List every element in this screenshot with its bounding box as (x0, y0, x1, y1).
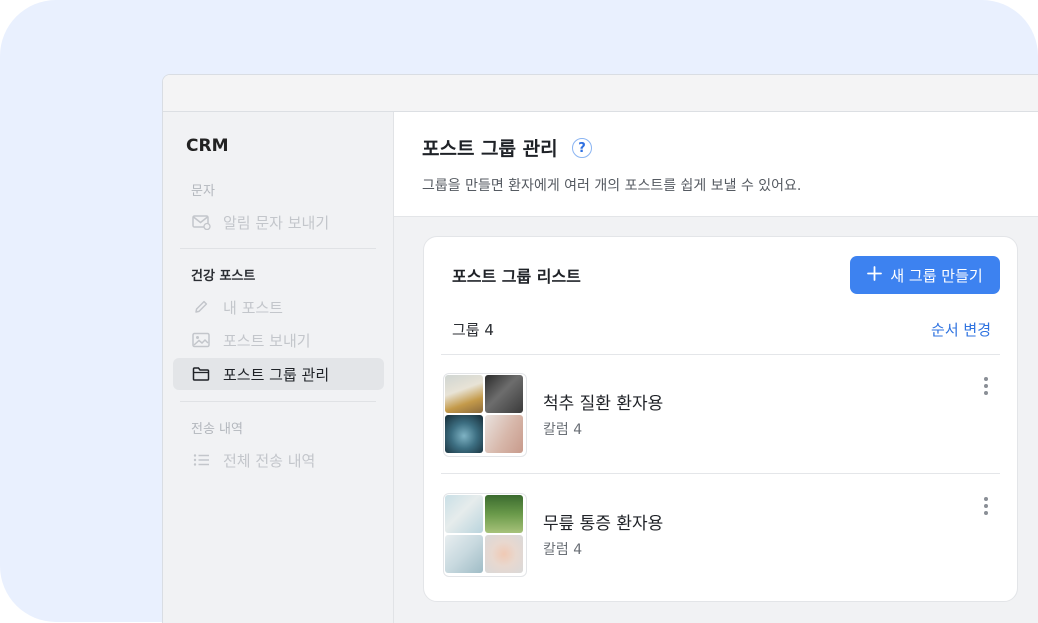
group-row[interactable]: 척추 질환 환자용 칼럼 4 (441, 355, 1000, 473)
sidebar: CRM 문자 알림 문자 보내기 건강 포스트 내 포스트 포스트 보내기 포스… (163, 112, 394, 623)
group-name: 무릎 통증 환자용 (543, 514, 664, 534)
sidebar-item-label: 포스트 보내기 (223, 331, 311, 350)
help-icon[interactable]: ? (572, 138, 592, 158)
thumbnail-image (445, 415, 483, 453)
image-icon (191, 330, 211, 350)
new-group-button[interactable]: 새 그룹 만들기 (850, 256, 1000, 294)
thumbnail-image (485, 495, 523, 533)
sidebar-item-label: 전체 전송 내역 (223, 451, 316, 470)
thumbnail-image (485, 415, 523, 453)
app-window: CRM 문자 알림 문자 보내기 건강 포스트 내 포스트 포스트 보내기 포스… (162, 74, 1038, 623)
sidebar-item-label: 알림 문자 보내기 (223, 213, 330, 232)
group-column-count: 칼럼 4 (543, 542, 583, 558)
pencil-icon (191, 297, 211, 317)
list-icon (191, 450, 211, 470)
row-divider (441, 473, 1000, 474)
group-column-count: 칼럼 4 (543, 422, 583, 438)
window-titlebar (163, 75, 1038, 112)
page-title: 포스트 그룹 관리 (422, 138, 558, 160)
thumbnail-image (485, 375, 523, 413)
sidebar-item-my-posts[interactable]: 내 포스트 (173, 291, 384, 323)
sidebar-item-label: 포스트 그룹 관리 (223, 365, 330, 384)
reorder-link[interactable]: 순서 변경 (931, 319, 991, 340)
folder-icon (191, 364, 211, 384)
more-options-icon[interactable] (980, 377, 992, 395)
mail-icon (191, 212, 211, 232)
thumbnail-image (445, 535, 483, 573)
sidebar-item-label: 내 포스트 (223, 298, 283, 317)
thumbnail-image (445, 495, 483, 533)
post-group-list-card: 포스트 그룹 리스트 새 그룹 만들기 그룹 4 순서 변경 척추 질환 환자용… (423, 236, 1018, 602)
sidebar-item-send-posts[interactable]: 포스트 보내기 (173, 324, 384, 356)
sidebar-item-post-group-manage[interactable]: 포스트 그룹 관리 (173, 358, 384, 390)
section-label-health-post: 건강 포스트 (191, 269, 256, 284)
group-name: 척추 질환 환자용 (543, 394, 664, 414)
thumbnail-image (445, 375, 483, 413)
group-thumbnails (443, 493, 527, 577)
group-thumbnails (443, 373, 527, 457)
sidebar-divider (180, 401, 376, 402)
section-label-history: 전송 내역 (191, 422, 243, 437)
section-label-sms: 문자 (191, 184, 215, 199)
sidebar-divider (180, 248, 376, 249)
sidebar-item-all-history[interactable]: 전체 전송 내역 (173, 444, 384, 476)
page-description: 그룹을 만들면 환자에게 여러 개의 포스트를 쉽게 보낼 수 있어요. (422, 178, 802, 194)
new-group-button-label: 새 그룹 만들기 (890, 266, 983, 285)
thumbnail-image (485, 535, 523, 573)
group-row[interactable]: 무릎 통증 환자용 칼럼 4 (441, 475, 1000, 593)
plus-icon (867, 265, 883, 285)
group-count: 그룹 4 (452, 321, 494, 339)
brand-title: CRM (186, 136, 229, 156)
more-options-icon[interactable] (980, 497, 992, 515)
card-title: 포스트 그룹 리스트 (452, 267, 581, 286)
page-header: 포스트 그룹 관리 ? 그룹을 만들면 환자에게 여러 개의 포스트를 쉽게 보… (394, 112, 1038, 217)
sidebar-item-send-alert-sms[interactable]: 알림 문자 보내기 (173, 206, 384, 238)
main-content: 포스트 그룹 관리 ? 그룹을 만들면 환자에게 여러 개의 포스트를 쉽게 보… (394, 112, 1038, 623)
